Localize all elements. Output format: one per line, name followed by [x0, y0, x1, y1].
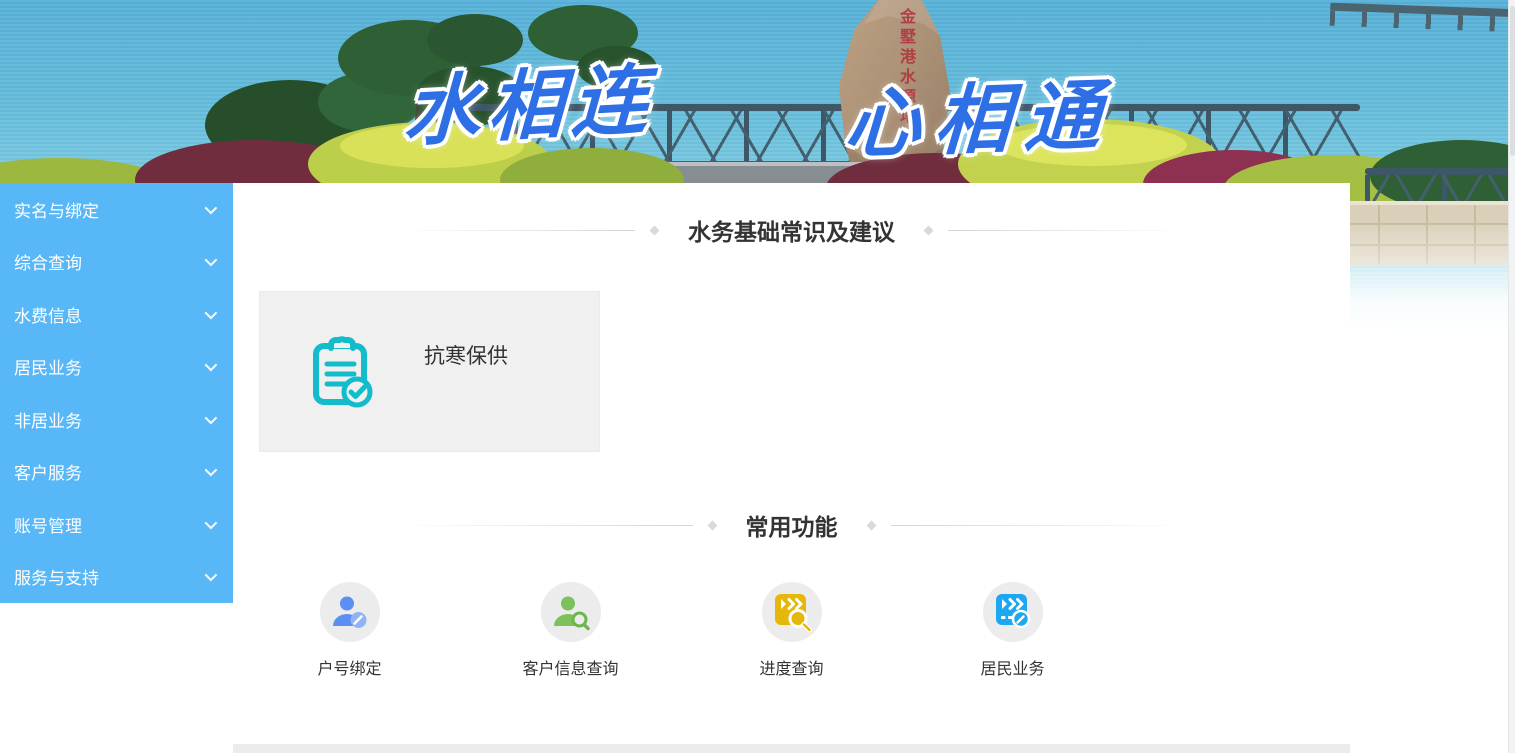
- sidebar-item-nonresident-business[interactable]: 非居业务: [0, 393, 234, 446]
- knowledge-card-label: 抗寒保供: [424, 340, 508, 370]
- scrollbar-thumb[interactable]: [1510, 6, 1515, 156]
- sidebar-item-label: 服务与支持: [14, 564, 99, 589]
- sidebar-item-label: 居民业务: [14, 354, 82, 379]
- chevron-down-icon: [205, 254, 218, 267]
- knowledge-card-cold-protection[interactable]: 抗寒保供: [259, 291, 600, 452]
- sidebar-menu: 实名与绑定 综合查询 水费信息 居民业务 非居业务 客户服务 账号管理 服务与: [0, 183, 234, 603]
- sidebar-item-water-fee-info[interactable]: 水费信息: [0, 288, 234, 341]
- chevron-down-icon: [205, 411, 218, 424]
- divider-diamond-icon: [866, 520, 876, 530]
- divider-line: [891, 525, 1167, 526]
- chevron-down-icon: [205, 201, 218, 214]
- chevron-down-icon: [205, 516, 218, 529]
- divider-diamond-icon: [924, 225, 934, 235]
- icon-circle: [762, 582, 822, 642]
- quick-item-resident-business[interactable]: 居民业务: [902, 582, 1123, 679]
- quick-item-customer-info-query[interactable]: 客户信息查询: [460, 582, 681, 679]
- chevron-down-icon: [205, 464, 218, 477]
- quick-item-label: 户号绑定: [317, 655, 381, 679]
- resident-edit-icon: [991, 590, 1035, 634]
- sidebar-item-customer-service[interactable]: 客户服务: [0, 446, 234, 499]
- section-title-knowledge: 水务基础常识及建议: [688, 213, 895, 247]
- progress-search-icon: [770, 590, 814, 634]
- sidebar-item-realname-binding[interactable]: 实名与绑定: [0, 183, 234, 236]
- sidebar-item-service-support[interactable]: 服务与支持: [0, 551, 234, 604]
- user-search-icon: [552, 593, 590, 631]
- sidebar-item-label: 水费信息: [14, 302, 82, 327]
- sidebar-item-comprehensive-query[interactable]: 综合查询: [0, 236, 234, 289]
- sidebar-item-account-management[interactable]: 账号管理: [0, 498, 234, 551]
- sidebar-item-label: 实名与绑定: [14, 197, 99, 222]
- divider-diamond-icon: [707, 520, 717, 530]
- sidebar-item-label: 非居业务: [14, 407, 82, 432]
- quick-functions-row: 户号绑定 客户信息查询: [239, 582, 1350, 679]
- banner-slogan-right: 心相通: [842, 53, 1118, 173]
- sidebar-item-label: 客户服务: [14, 459, 82, 484]
- divider-line: [417, 525, 693, 526]
- sidebar-item-label: 账号管理: [14, 512, 82, 537]
- content-panel: 水务基础常识及建议 抗寒保供 常用功能: [233, 183, 1350, 753]
- next-section-divider-bar: [233, 744, 1350, 753]
- icon-circle: [983, 582, 1043, 642]
- chevron-down-icon: [205, 569, 218, 582]
- icon-circle: [541, 582, 601, 642]
- section-divider-common: 常用功能: [417, 510, 1167, 540]
- chevron-down-icon: [205, 359, 218, 372]
- user-edit-icon: [331, 593, 369, 631]
- divider-line: [948, 230, 1167, 231]
- page-scrollbar[interactable]: [1508, 0, 1515, 753]
- quick-item-label: 进度查询: [759, 655, 823, 679]
- sidebar-item-label: 综合查询: [14, 249, 82, 274]
- page: 金墅港水源地 水相连 心相通 实名与: [0, 0, 1515, 753]
- quick-item-label: 客户信息查询: [522, 655, 618, 679]
- clipboard-check-icon: [310, 334, 374, 410]
- quick-item-progress-query[interactable]: 进度查询: [681, 582, 902, 679]
- banner-slogan-left: 水相连: [402, 37, 658, 161]
- sidebar-item-resident-business[interactable]: 居民业务: [0, 341, 234, 394]
- chevron-down-icon: [205, 306, 218, 319]
- section-title-common: 常用功能: [746, 508, 838, 542]
- icon-circle: [320, 582, 380, 642]
- quick-item-label: 居民业务: [980, 655, 1044, 679]
- section-divider-knowledge: 水务基础常识及建议: [417, 215, 1167, 245]
- divider-line: [417, 230, 636, 231]
- quick-item-account-binding[interactable]: 户号绑定: [239, 582, 460, 679]
- divider-diamond-icon: [650, 225, 660, 235]
